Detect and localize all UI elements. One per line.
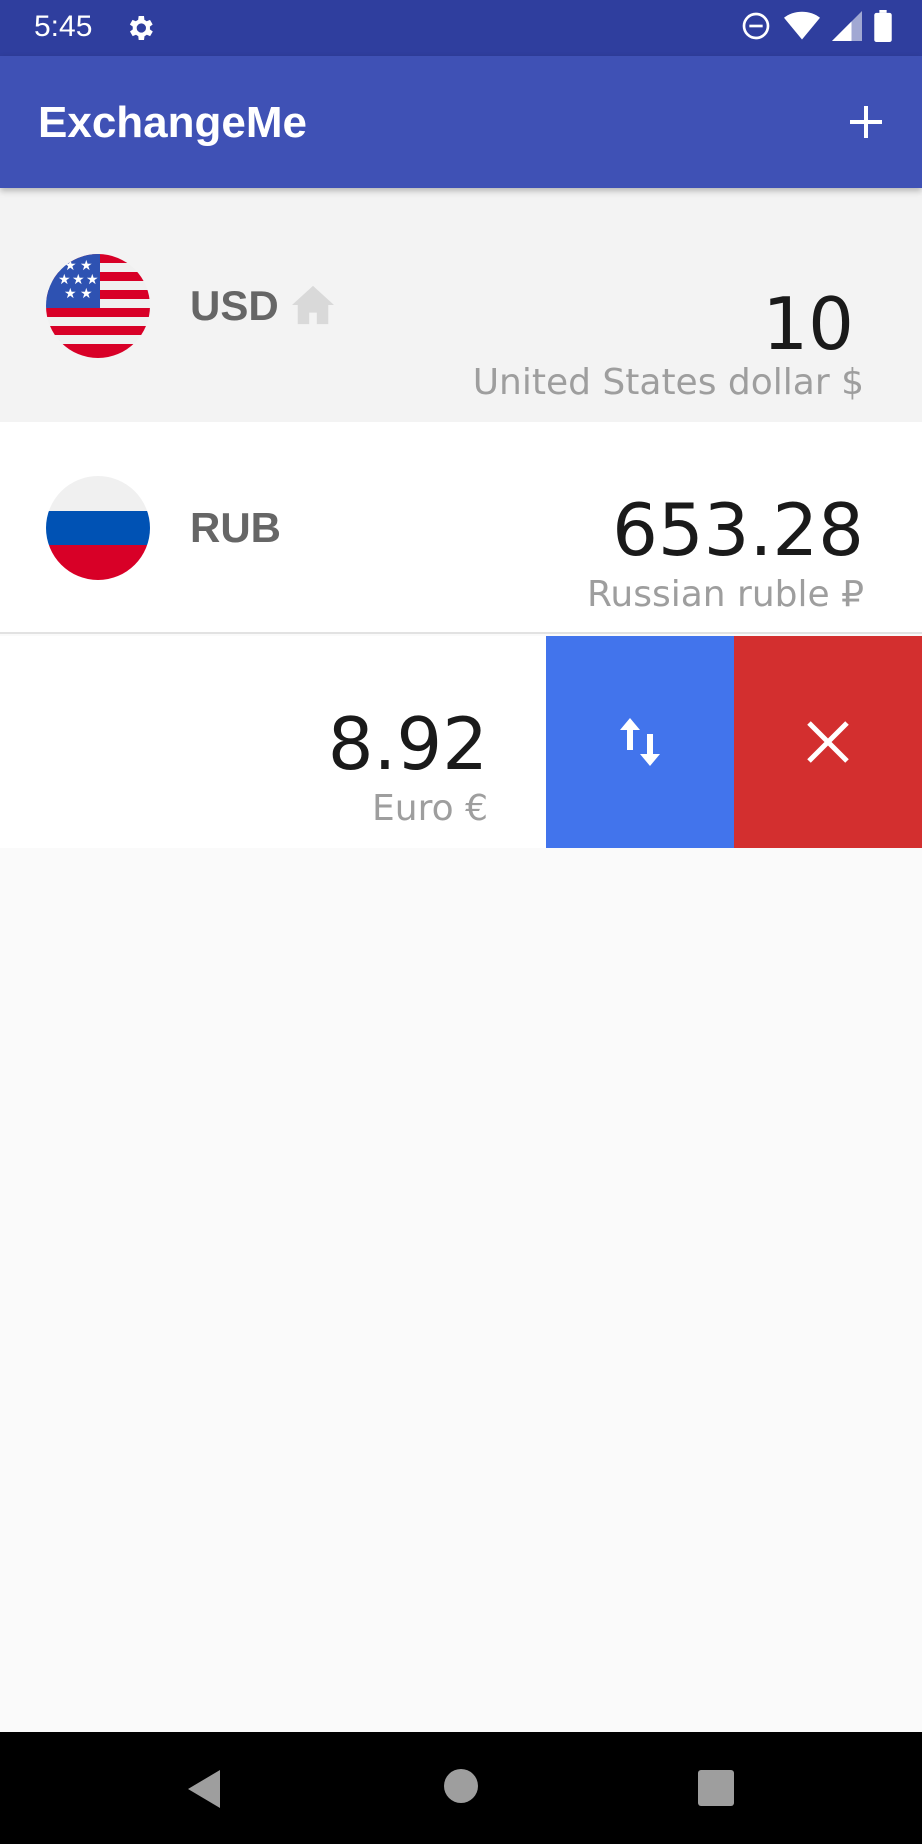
cell-signal-icon	[832, 11, 862, 41]
set-home-swap-button[interactable]	[546, 636, 734, 848]
add-currency-button[interactable]	[840, 96, 892, 148]
status-time: 5:45	[34, 10, 93, 43]
currency-code: RUB	[190, 504, 281, 551]
wifi-icon	[784, 11, 820, 40]
currency-amount[interactable]: 653.28	[612, 488, 864, 572]
currency-name: United States dollar $	[472, 362, 864, 403]
svg-text:★: ★	[64, 286, 77, 302]
app-title: ExchangeMe	[38, 98, 307, 147]
app-bar: ExchangeMe	[0, 56, 922, 188]
currency-amount[interactable]: 8.92	[328, 702, 488, 786]
system-nav-bar	[0, 1732, 922, 1844]
currency-row-rub[interactable]: RUB 653.28 Russian ruble ₽	[0, 422, 922, 634]
close-icon	[807, 721, 849, 763]
currency-amount[interactable]: 10	[762, 282, 854, 366]
home-circle-icon[interactable]	[443, 1768, 479, 1804]
svg-text:★: ★	[80, 286, 93, 302]
currency-name: Russian ruble ₽	[586, 574, 864, 615]
us-flag-icon: ★ ★ ★ ★ ★ ★ ★	[46, 254, 150, 358]
do-not-disturb-icon	[742, 12, 770, 40]
currency-row-usd[interactable]: ★ ★ ★ ★ ★ ★ ★ USD 10 United States dollar $	[0, 188, 922, 422]
swap-vertical-icon	[620, 718, 660, 766]
battery-icon	[874, 10, 892, 42]
delete-currency-button[interactable]	[734, 636, 922, 848]
status-icons	[740, 10, 892, 42]
ru-flag-icon	[46, 476, 150, 580]
recents-icon[interactable]	[698, 1770, 734, 1806]
status-bar: 5:45	[0, 0, 922, 56]
currency-code: USD	[190, 282, 279, 329]
plus-icon	[850, 106, 882, 138]
back-icon[interactable]	[184, 1768, 224, 1810]
gear-icon	[129, 16, 153, 40]
currency-row-eur[interactable]: 8.92 Euro €	[0, 636, 922, 848]
home-icon	[292, 285, 334, 325]
currency-name: Euro €	[372, 788, 488, 829]
